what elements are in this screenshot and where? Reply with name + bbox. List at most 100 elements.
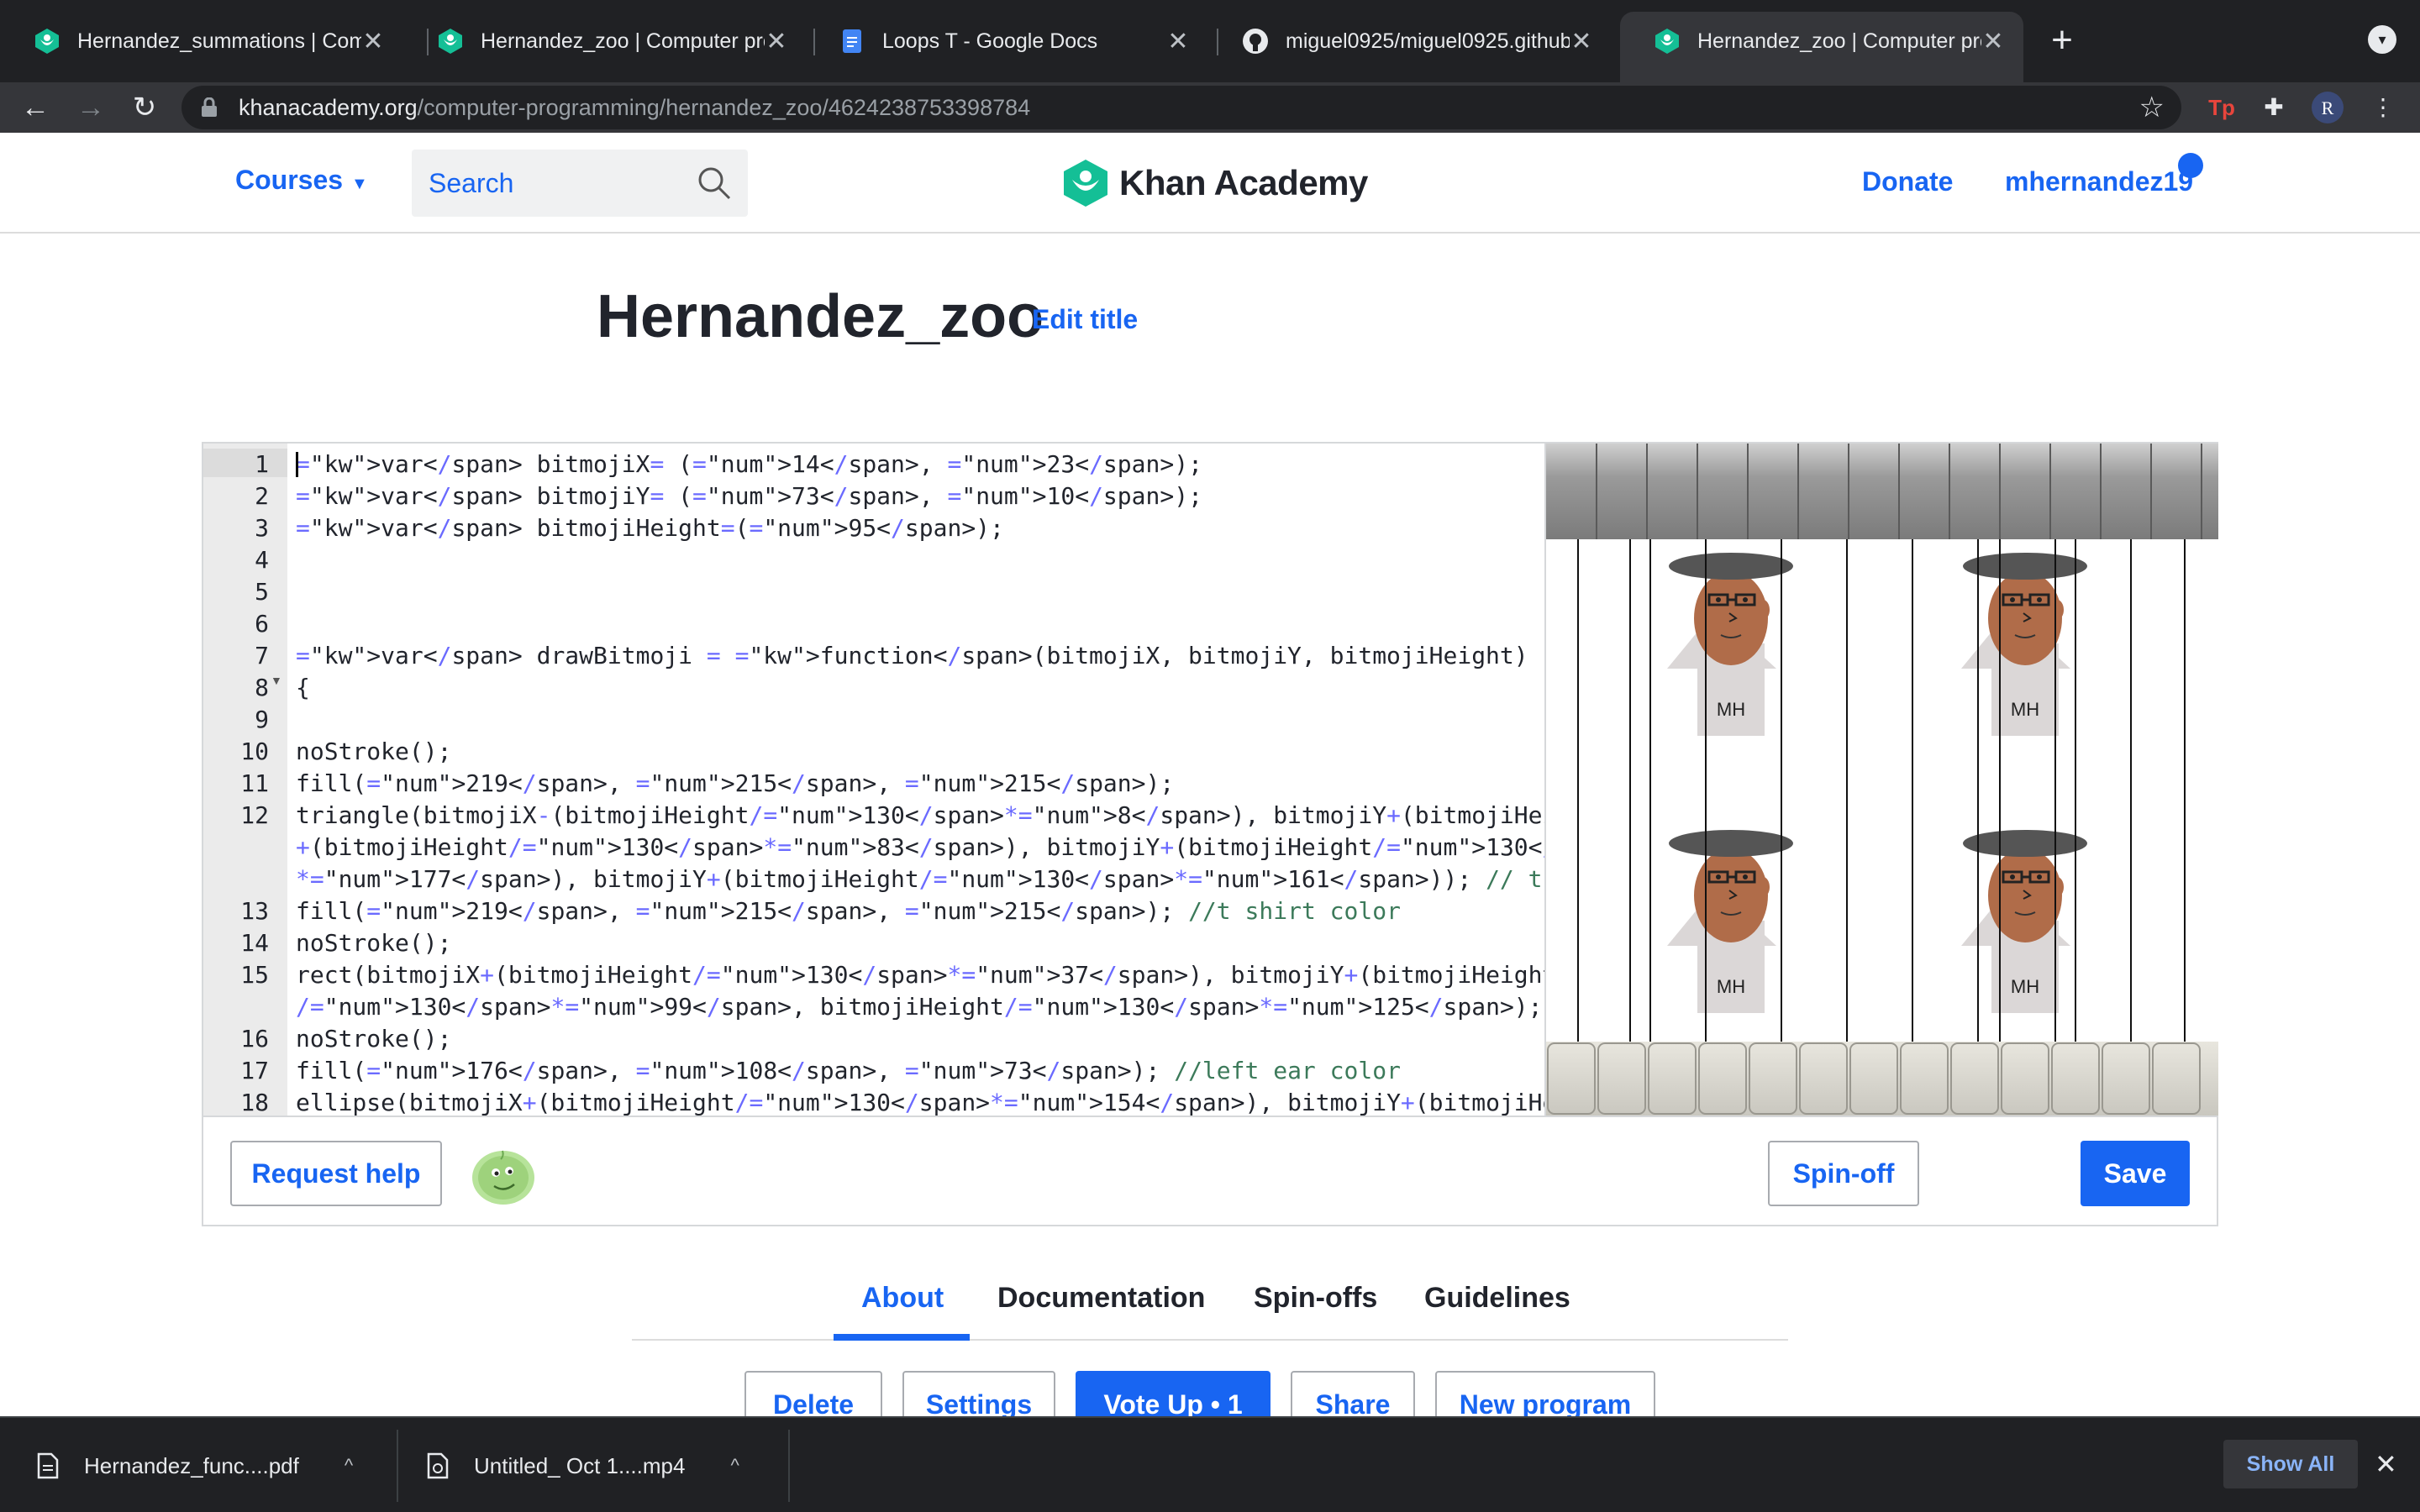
code-line[interactable]: ="kw">var</span> bitmojiY= (="num">73</s… (296, 480, 1202, 512)
new-tab-plus-icon[interactable]: + (2044, 22, 2081, 59)
caret-down-icon: ▼ (351, 175, 368, 193)
forward-arrow-icon[interactable]: → (72, 89, 109, 126)
khan-academy-icon (35, 29, 59, 54)
fold-arrow-icon[interactable]: ▼ (271, 674, 282, 687)
code-line[interactable]: ellipse(bitmojiX+(bitmojiHeight/="num">1… (296, 1087, 1544, 1116)
browser-toolbar: ← → ↻ khanacademy.org/computer-programmi… (0, 82, 2420, 133)
courses-menu[interactable]: Courses ▼ (235, 165, 368, 196)
browser-tab-active[interactable]: Hernandez_zoo | Computer pro ✕ (1620, 12, 2023, 82)
code-line[interactable]: noStroke(); (296, 736, 451, 768)
extension-tp-icon[interactable]: Tp (2205, 91, 2238, 124)
lock-icon (202, 97, 217, 117)
video-file-icon (427, 1452, 449, 1479)
search-input[interactable] (429, 150, 681, 217)
save-button[interactable]: Save (2081, 1141, 2190, 1206)
bookmark-star-icon[interactable]: ☆ (2139, 91, 2165, 124)
donate-link[interactable]: Donate (1862, 166, 1953, 197)
back-arrow-icon[interactable]: ← (17, 89, 54, 126)
profile-avatar[interactable]: R (2311, 91, 2344, 124)
google-docs-icon (843, 29, 861, 53)
download-separator (397, 1430, 398, 1502)
code-line[interactable]: rect(bitmojiX+(bitmojiHeight/="num">130<… (296, 959, 1544, 991)
edit-title-link[interactable]: Edit title (1032, 304, 1138, 335)
browser-tab[interactable]: Loops T - Google Docs ✕ (805, 12, 1208, 71)
output-canvas[interactable]: MH (1544, 444, 2218, 1116)
chevron-up-icon[interactable]: ^ (730, 1455, 739, 1477)
text-cursor (296, 452, 298, 477)
editor-action-bar: Request help Spin-off Save (203, 1116, 2217, 1225)
line-number: 5 (255, 578, 269, 606)
code-line[interactable]: ="kw">var</span> bitmojiHeight=(="num">9… (296, 512, 1004, 544)
code-line[interactable]: noStroke(); (296, 927, 451, 959)
line-number: 2 (255, 482, 269, 510)
request-help-button[interactable]: Request help (230, 1141, 442, 1206)
line-number: 7 (255, 642, 269, 669)
code-line[interactable]: noStroke(); (296, 1023, 451, 1055)
kebab-menu-icon[interactable]: ⋮ (2366, 91, 2400, 124)
address-bar[interactable]: khanacademy.org/computer-programming/her… (182, 86, 2181, 129)
show-all-button[interactable]: Show All (2223, 1440, 2358, 1488)
code-editor[interactable]: 1 2 3 4 5 6 7 8 9 10 11 12 13 14 15 16 17 18 ="kw">var</s… (203, 444, 1544, 1116)
code-line[interactable]: +(bitmojiHeight/="num">130</span>*="num"… (296, 832, 1544, 864)
bitmoji-figure (1960, 828, 2089, 1015)
code-line[interactable]: fill(="num">219</span>, ="num">215</span… (296, 768, 1174, 800)
browser-tab-title: miguel0925/miguel0925.github (1286, 29, 1570, 53)
tab-search-chevron-icon[interactable]: ▾ (2368, 25, 2396, 54)
code-line[interactable]: *="num">177</span>), bitmojiY+(bitmojiHe… (296, 864, 1544, 895)
spin-off-button[interactable]: Spin-off (1768, 1141, 1919, 1206)
close-icon[interactable]: ✕ (361, 27, 385, 56)
khan-academy-leaf-icon (1064, 160, 1107, 207)
line-number: 15 (240, 961, 269, 989)
tab-spin-offs[interactable]: Spin-offs (1254, 1282, 1377, 1315)
khan-academy-icon (1655, 29, 1679, 54)
code-line[interactable]: { (296, 672, 310, 704)
line-number (203, 832, 269, 864)
line-number: 17 (240, 1057, 269, 1084)
browser-tab-title: Hernandez_zoo | Computer pro (481, 29, 765, 53)
active-tab-indicator (834, 1334, 970, 1341)
code-line[interactable]: ="kw">var</span> bitmojiX= (="num">14</s… (296, 449, 1202, 480)
download-filename: Hernandez_func....pdf (84, 1452, 299, 1478)
line-number: 9 (255, 706, 269, 733)
code-line[interactable]: fill(="num">219</span>, ="num">215</span… (296, 895, 1401, 927)
code-line[interactable]: fill(="num">176</span>, ="num">108</span… (296, 1055, 1401, 1087)
line-number (203, 991, 269, 1023)
line-number: 8 (255, 674, 269, 701)
browser-tab[interactable]: Hernandez_zoo | Computer pro ✕ (403, 12, 807, 71)
code-line[interactable]: ="kw">var</span> drawBitmoji = ="kw">fun… (296, 640, 1528, 672)
tab-about[interactable]: About (861, 1282, 944, 1315)
close-icon[interactable]: ✕ (2375, 1448, 2397, 1480)
browser-tab[interactable]: miguel0925/miguel0925.github ✕ (1208, 12, 1612, 71)
search-box (412, 150, 748, 217)
tab-guidelines[interactable]: Guidelines (1424, 1282, 1570, 1315)
avatar[interactable] (471, 1144, 536, 1206)
reload-icon[interactable]: ↻ (126, 89, 163, 126)
tab-documentation[interactable]: Documentation (997, 1282, 1205, 1315)
line-number: 16 (240, 1025, 269, 1053)
user-menu[interactable]: mhernandez19 (2005, 166, 2193, 197)
bitmoji-figure (1960, 551, 2089, 738)
url-text: khanacademy.org/computer-programming/her… (239, 95, 1031, 120)
site-header: Courses▼ Khan Academy Donate mhernandez1… (0, 133, 2420, 234)
code-line[interactable]: /="num">130</span>*="num">99</span>, bit… (296, 991, 1544, 1023)
notification-badge[interactable] (2178, 153, 2203, 178)
download-filename: Untitled_ Oct 1....mp4 (474, 1452, 686, 1478)
line-number: 3 (255, 514, 269, 542)
downloads-bar: Hernandez_func....pdf ^ Untitled_ Oct 1.… (0, 1416, 2420, 1512)
chevron-up-icon[interactable]: ^ (345, 1455, 353, 1477)
close-icon[interactable]: ✕ (1570, 27, 1593, 56)
download-separator (788, 1430, 790, 1502)
puzzle-extensions-icon[interactable]: ✚ (2257, 91, 2291, 124)
download-item[interactable]: Hernandez_func....pdf ^ (37, 1418, 353, 1512)
close-icon[interactable]: ✕ (765, 27, 788, 56)
close-icon[interactable]: ✕ (1166, 27, 1190, 56)
code-line[interactable]: triangle(bitmojiX-(bitmojiHeight/="num">… (296, 800, 1544, 832)
browser-tab[interactable]: Hernandez_summations | Com ✕ (0, 12, 403, 71)
line-number: 6 (255, 610, 269, 638)
cage-floor (1546, 1042, 2218, 1116)
close-icon[interactable]: ✕ (1981, 27, 2005, 56)
search-icon[interactable] (696, 165, 733, 202)
khan-academy-logo[interactable]: Khan Academy (1062, 158, 1368, 208)
zoo-scene: MH (1546, 444, 2218, 1116)
download-item[interactable]: Untitled_ Oct 1....mp4 ^ (427, 1418, 739, 1512)
